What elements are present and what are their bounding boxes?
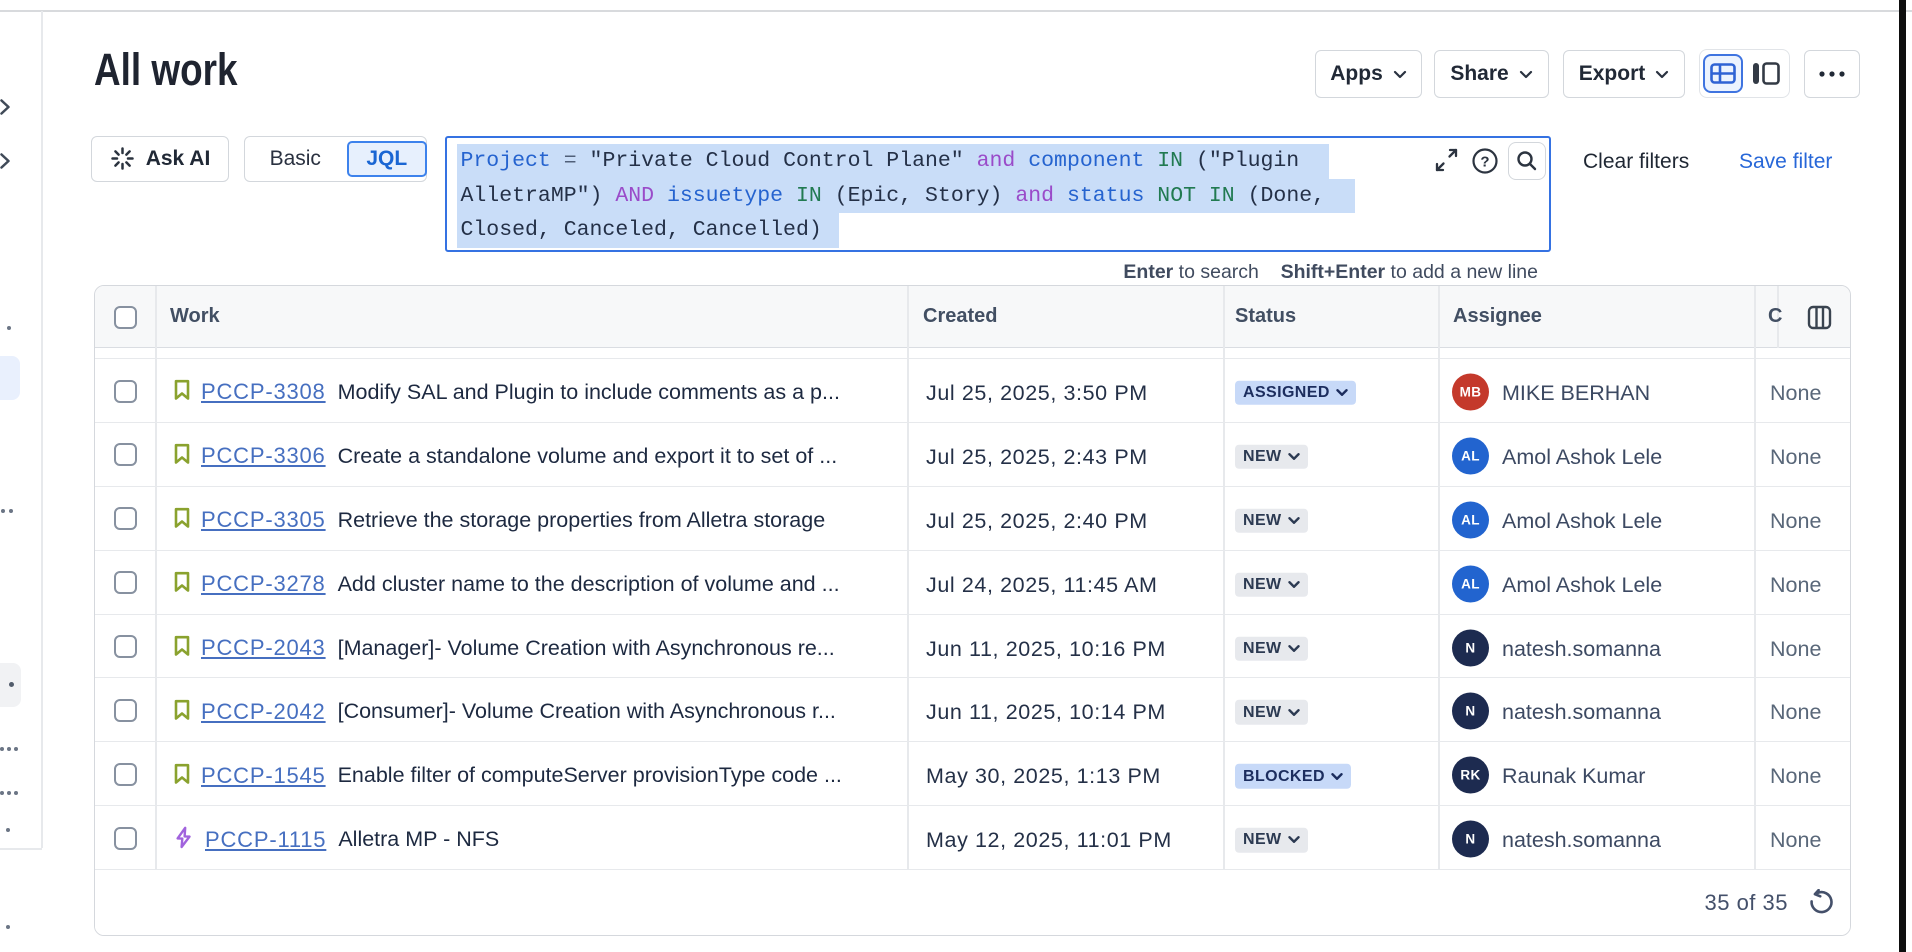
svg-text:?: ? <box>1480 154 1489 171</box>
